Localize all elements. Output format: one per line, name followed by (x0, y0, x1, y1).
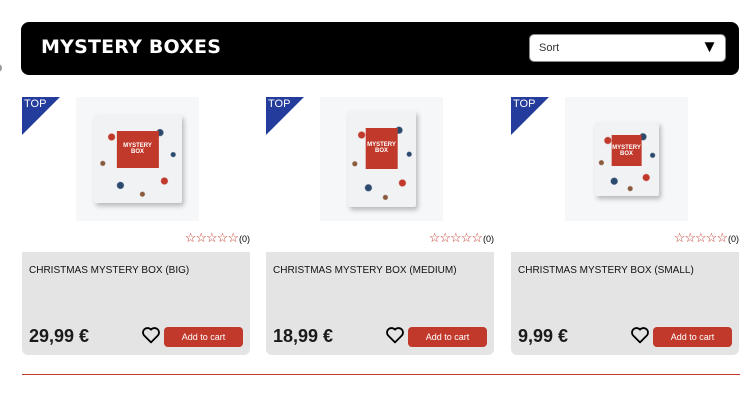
top-badge: TOP (511, 97, 549, 135)
product-image[interactable]: MYSTERY BOX (320, 97, 443, 221)
product-name[interactable]: CHRISTMAS MYSTERY BOX (BIG) (29, 265, 189, 276)
page-title: MYSTERY BOXES (41, 36, 222, 58)
review-count: (0) (239, 234, 250, 244)
heart-icon[interactable] (630, 326, 650, 349)
add-to-cart-button[interactable]: Add to cart (164, 327, 243, 347)
dropdown-arrow-icon: ▼ (701, 37, 718, 56)
product-price: 29,99 € (29, 326, 90, 346)
sort-dropdown[interactable]: Sort ▼ (529, 34, 726, 62)
product-name[interactable]: CHRISTMAS MYSTERY BOX (SMALL) (518, 265, 694, 276)
rating: ☆☆☆☆☆ (0) (674, 230, 739, 244)
top-badge: TOP (22, 97, 60, 135)
review-count: (0) (483, 234, 494, 244)
box-label: MYSTERY BOX (612, 144, 641, 157)
rating-stars-icon: ☆☆☆☆☆ (673, 230, 728, 245)
top-badge-label: TOP (24, 98, 47, 110)
top-badge-label: TOP (268, 98, 291, 110)
product-price: 18,99 € (273, 326, 334, 346)
rating-stars-icon: ☆☆☆☆☆ (184, 230, 239, 245)
section-divider (22, 374, 740, 375)
box-label: MYSTERY BOX (367, 142, 396, 155)
review-count: (0) (728, 234, 739, 244)
product-name[interactable]: CHRISTMAS MYSTERY BOX (MEDIUM) (273, 265, 457, 276)
add-to-cart-button[interactable]: Add to cart (653, 327, 732, 347)
product-price: 9,99 € (518, 326, 569, 346)
product-card: MYSTERY BOX TOP ☆☆☆☆☆ (0) CHRISTMAS MYST… (511, 97, 739, 355)
product-card: MYSTERY BOX TOP ☆☆☆☆☆ (0) CHRISTMAS MYST… (22, 97, 250, 355)
product-info: CHRISTMAS MYSTERY BOX (MEDIUM) 18,99 € A… (266, 252, 494, 355)
product-image[interactable]: MYSTERY BOX (565, 97, 688, 221)
product-info: CHRISTMAS MYSTERY BOX (BIG) 29,99 € Add … (22, 252, 250, 355)
box-label: MYSTERY BOX (123, 143, 152, 156)
top-badge: TOP (266, 97, 304, 135)
sort-label: Sort (539, 42, 560, 54)
rating: ☆☆☆☆☆ (0) (185, 230, 250, 244)
heart-icon[interactable] (141, 326, 161, 349)
product-info: CHRISTMAS MYSTERY BOX (SMALL) 9,99 € Add… (511, 252, 739, 355)
mystery-box-image: MYSTERY BOX (594, 122, 659, 196)
mystery-box-image: MYSTERY BOX (93, 115, 182, 203)
page-header: MYSTERY BOXES Sort ▼ (21, 22, 739, 75)
scroll-indicator (0, 64, 2, 72)
top-badge-label: TOP (513, 98, 536, 110)
product-image[interactable]: MYSTERY BOX (76, 97, 199, 221)
mystery-box-image: MYSTERY BOX (347, 111, 416, 207)
add-to-cart-button[interactable]: Add to cart (408, 327, 487, 347)
rating-stars-icon: ☆☆☆☆☆ (428, 230, 483, 245)
product-card: MYSTERY BOX TOP ☆☆☆☆☆ (0) CHRISTMAS MYST… (266, 97, 494, 355)
rating: ☆☆☆☆☆ (0) (429, 230, 494, 244)
heart-icon[interactable] (385, 326, 405, 349)
